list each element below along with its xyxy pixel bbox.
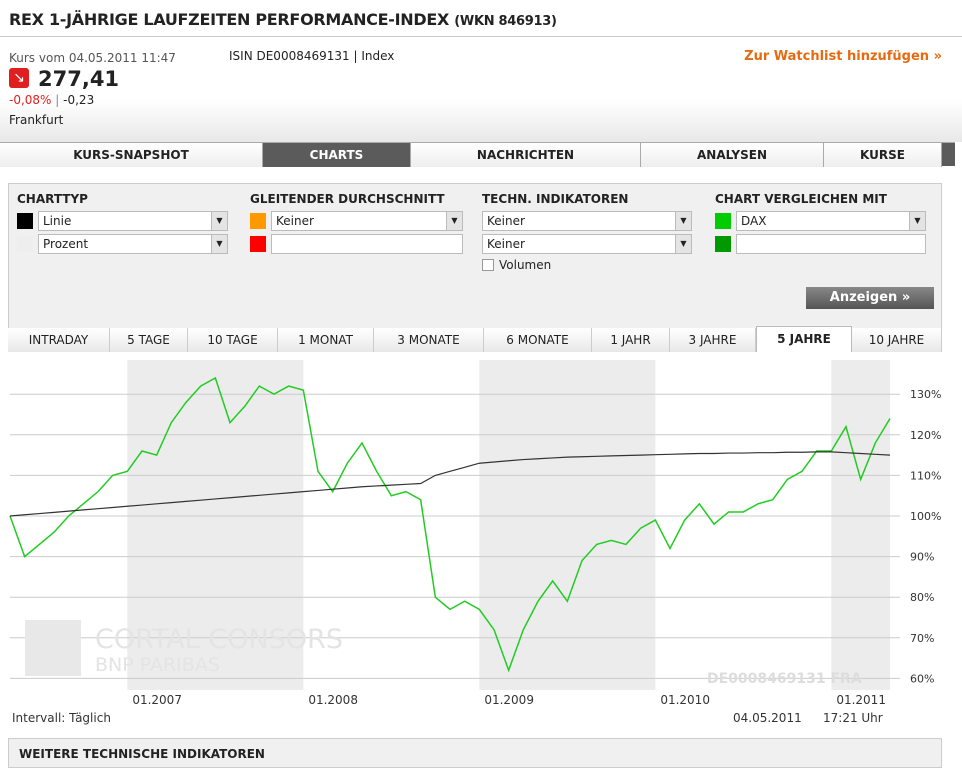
page-title: REX 1-JÄHRIGE LAUFZEITEN PERFORMANCE-IND… <box>9 10 557 29</box>
y-tick-label: 60% <box>910 672 934 685</box>
quote-header: Kurs vom 04.05.2011 11:47 ISIN DE0008469… <box>0 36 962 142</box>
color-swatch[interactable] <box>17 236 33 252</box>
y-tick-label: 70% <box>910 632 934 645</box>
gd-label: GLEITENDER DURCHSCHNITT <box>250 192 445 206</box>
tab-kurse[interactable]: KURSE <box>824 143 942 167</box>
anzeigen-button[interactable]: Anzeigen » <box>806 287 934 309</box>
charttyp-select[interactable]: Linie ▼ <box>38 211 228 231</box>
tab-nachrichten[interactable]: NACHRICHTEN <box>411 143 641 167</box>
period-tab[interactable]: 1 MONAT <box>278 328 374 352</box>
indicator-select-1[interactable]: Keiner ▼ <box>482 211 692 231</box>
chevron-down-icon: ▼ <box>675 235 691 253</box>
watermark: CORTAL CONSORS <box>95 624 343 655</box>
chevron-down-icon: ▼ <box>675 212 691 230</box>
gd-select[interactable]: Keiner ▼ <box>271 211 463 231</box>
tab-charts[interactable]: CHARTS <box>263 143 411 167</box>
watchlist-link[interactable]: Zur Watchlist hinzufügen » <box>744 49 942 64</box>
scale-select[interactable]: Prozent ▼ <box>38 234 228 254</box>
x-tick-label: 01.2008 <box>308 693 358 707</box>
period-tab[interactable]: 5 TAGE <box>110 328 188 352</box>
y-tick-label: 110% <box>910 469 941 482</box>
isin: ISIN DE0008469131 | Index <box>229 49 395 63</box>
color-swatch[interactable] <box>715 213 731 229</box>
period-tab[interactable]: 5 JAHRE <box>756 326 852 352</box>
y-tick-label: 80% <box>910 591 934 604</box>
chevron-down-icon: ▼ <box>211 235 227 253</box>
cmp-label: CHART VERGLEICHEN MIT <box>715 192 887 206</box>
compare-select[interactable]: DAX ▼ <box>736 211 926 231</box>
color-swatch[interactable] <box>250 213 266 229</box>
period-tabs: INTRADAY 5 TAGE 10 TAGE 1 MONAT 3 MONATE 6 MO… <box>8 326 942 352</box>
shaded-year-band <box>479 360 656 690</box>
price-chart: 130% 120% 110% 100% 90% 80% 70% 60% CORTAL CONSO… <box>9 360 941 725</box>
color-swatch[interactable] <box>250 236 266 252</box>
color-swatch[interactable] <box>17 213 33 229</box>
gd-input[interactable] <box>271 234 463 254</box>
tab-kurs-snapshot[interactable]: KURS-SNAPSHOT <box>0 143 263 167</box>
main-tabs: KURS-SNAPSHOT CHARTS NACHRICHTEN ANALYSEN KU… <box>0 142 955 167</box>
compare-input[interactable] <box>736 234 926 254</box>
shaded-year-band <box>831 360 890 690</box>
kurs-time: Kurs vom 04.05.2011 11:47 <box>9 51 176 65</box>
color-swatch[interactable] <box>715 236 731 252</box>
y-tick-label: 100% <box>910 510 941 523</box>
y-tick-label: 120% <box>910 429 941 442</box>
period-tab[interactable]: 3 JAHRE <box>670 328 756 352</box>
indicator-select-2[interactable]: Keiner ▼ <box>482 234 692 254</box>
ti-label: TECHN. INDIKATOREN <box>482 192 629 206</box>
chart-date: 04.05.2011 <box>733 711 802 725</box>
bnp-logo <box>25 620 81 676</box>
charttyp-label: CHARTTYP <box>17 192 88 206</box>
y-tick-label: 90% <box>910 551 934 564</box>
wkn: (WKN 846913) <box>454 14 557 29</box>
exchange: Frankfurt <box>9 113 64 127</box>
isin-watermark: DE0008469131 FRA <box>707 671 862 687</box>
period-tab[interactable]: 6 MONATE <box>484 328 592 352</box>
x-tick-label: 01.2007 <box>132 693 182 707</box>
chart-time: 17:21 Uhr <box>823 711 883 725</box>
period-tab[interactable]: 3 MONATE <box>374 328 484 352</box>
period-tab[interactable]: 10 JAHRE <box>852 328 942 352</box>
chevron-down-icon: ▼ <box>446 212 462 230</box>
chevron-down-icon: ▼ <box>909 212 925 230</box>
change-pct: -0,08% <box>9 93 52 107</box>
x-tick-label: 01.2010 <box>660 693 710 707</box>
interval-label: Intervall: Täglich <box>12 711 111 725</box>
period-tab[interactable]: INTRADAY <box>8 328 110 352</box>
tab-analysen[interactable]: ANALYSEN <box>641 143 824 167</box>
price: 277,41 <box>38 67 120 91</box>
x-tick-label: 01.2011 <box>836 693 886 707</box>
period-tab[interactable]: 1 JAHR <box>592 328 670 352</box>
chevron-down-icon: ▼ <box>211 212 227 230</box>
chart-settings: CHARTTYP Linie ▼ Prozent ▼ GLEITENDER DURC… <box>8 183 942 345</box>
volumen-checkbox[interactable] <box>482 259 494 271</box>
further-indicators: WEITERE TECHNISCHE INDIKATOREN <box>8 738 942 768</box>
change-abs: -0,23 <box>63 93 95 107</box>
y-tick-label: 130% <box>910 388 941 401</box>
arrow-down-right-icon: ↘ <box>9 68 29 88</box>
period-tab[interactable]: 10 TAGE <box>188 328 278 352</box>
watermark: BNP PARIBAS <box>95 654 220 676</box>
x-tick-label: 01.2009 <box>484 693 534 707</box>
